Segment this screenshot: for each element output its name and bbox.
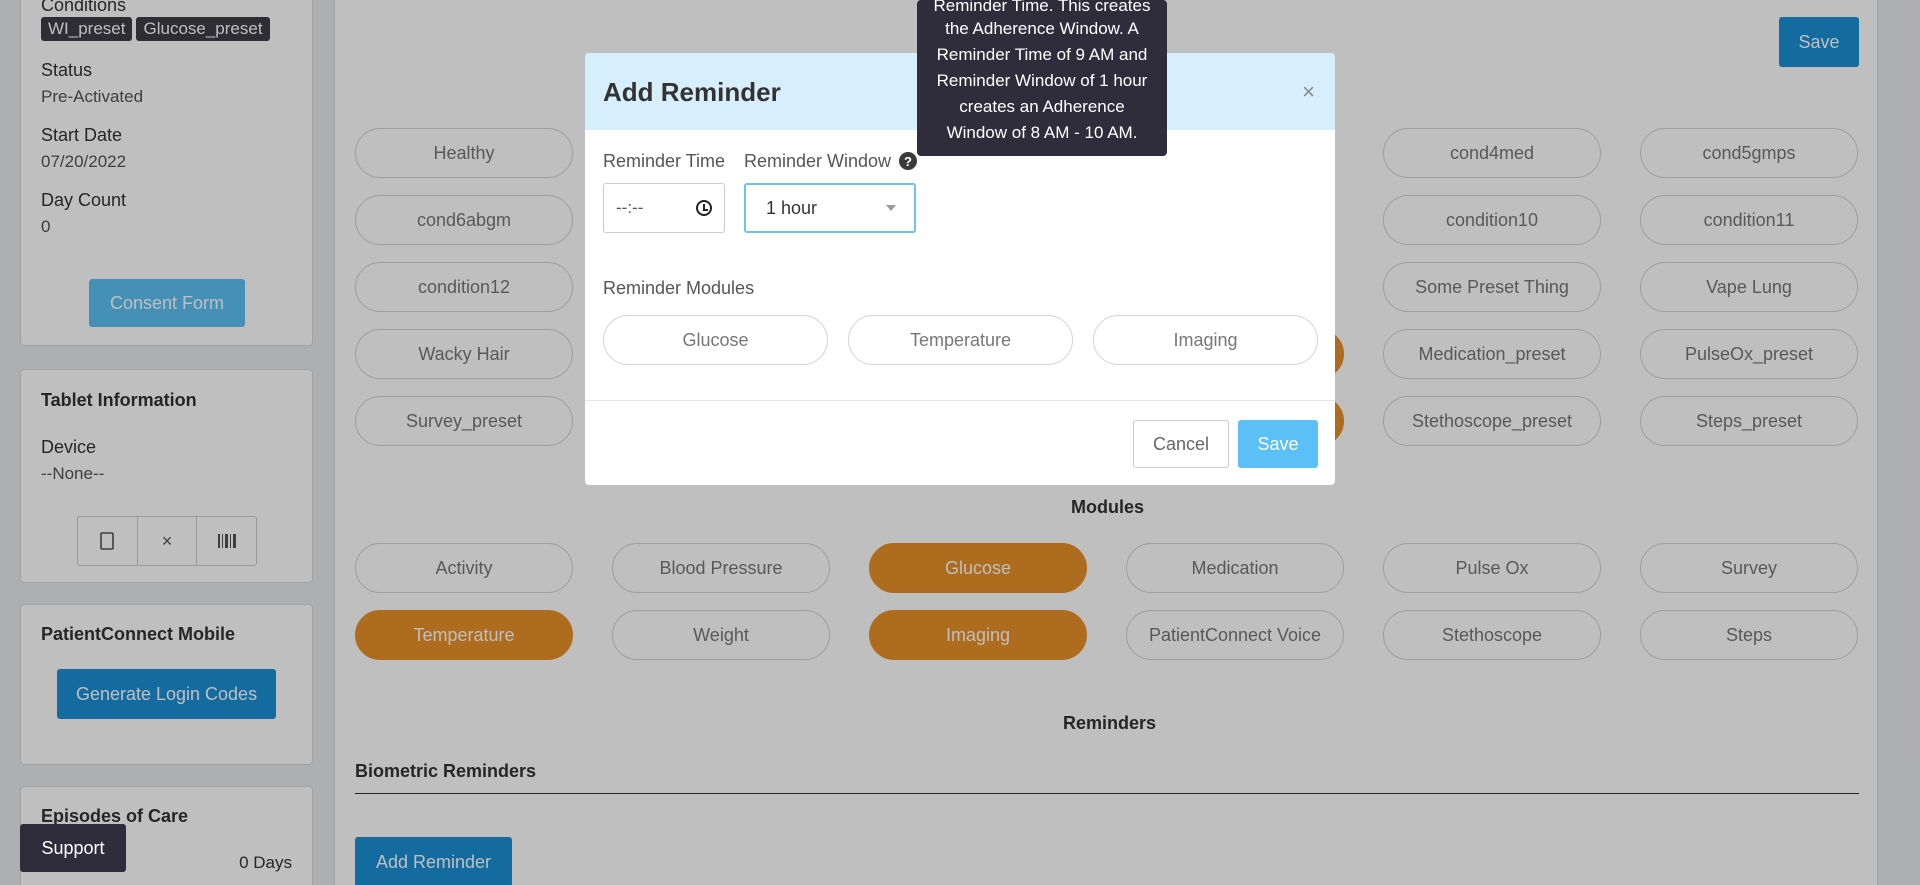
tooltip-line: Window of 8 AM - 10 AM.: [946, 123, 1138, 142]
modal-footer-divider: [585, 400, 1335, 401]
reminder-window-value: 1 hour: [766, 197, 818, 218]
cancel-button[interactable]: Cancel: [1133, 420, 1229, 468]
tooltip-line: creates an Adherence: [959, 97, 1125, 116]
reminder-window-label: Reminder Window: [744, 151, 892, 171]
tooltip-line: Reminder Time of 9 AM and: [936, 45, 1148, 64]
reminder-module-imaging[interactable]: Imaging: [1093, 315, 1318, 365]
modal-save-button[interactable]: Save: [1238, 420, 1318, 468]
time-value: --:--: [616, 198, 644, 217]
reminder-time-input[interactable]: --:--: [603, 183, 725, 233]
support-button[interactable]: Support: [20, 824, 126, 872]
close-icon[interactable]: ×: [1302, 79, 1315, 105]
reminder-window-tooltip: Reminder Time. This creates the Adherenc…: [917, 0, 1167, 156]
help-icon[interactable]: ?: [899, 152, 917, 170]
reminder-module-glucose[interactable]: Glucose: [603, 315, 828, 365]
tooltip-line: the Adherence Window. A: [945, 19, 1139, 38]
reminder-time-label: Reminder Time: [603, 151, 726, 171]
chevron-down-icon: [886, 205, 896, 211]
reminder-module-temperature[interactable]: Temperature: [848, 315, 1073, 365]
modal-title: Add Reminder: [603, 77, 781, 107]
clock-icon[interactable]: [696, 200, 712, 216]
reminder-window-select[interactable]: 1 hour: [744, 183, 916, 233]
reminder-modules-label: Reminder Modules: [603, 278, 755, 298]
tooltip-line: Reminder Window of 1 hour: [936, 71, 1148, 90]
